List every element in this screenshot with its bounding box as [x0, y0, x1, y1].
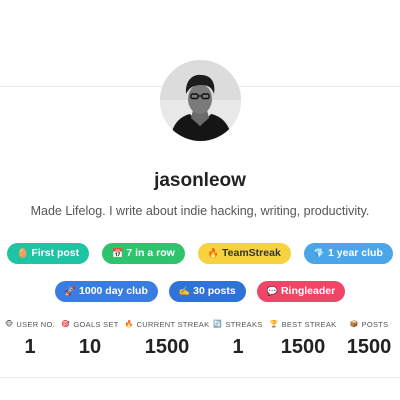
stat-best-streak: 🏆 BEST STREAK 1500: [265, 318, 341, 359]
diamond-icon: 💎: [313, 248, 326, 258]
badge-1000-day-club[interactable]: 🚀 1000 day club: [54, 281, 158, 302]
badges-row-1: 🥚 First post 📅 7 in a row 🔥 TeamStreak 💎…: [0, 243, 400, 264]
profile-bio: Made Lifelog. I write about indie hackin…: [30, 204, 370, 218]
badge-label: 7 in a row: [126, 247, 175, 259]
stat-current-streak: 🔥 CURRENT STREAK 1500: [122, 318, 212, 359]
stat-user-no: 🐵 USER NO. 1: [2, 318, 58, 359]
avatar-photo: [160, 60, 241, 141]
stat-label: USER NO.: [16, 319, 56, 329]
calendar-icon: 📅: [112, 248, 124, 258]
badge-1-year-club[interactable]: 💎 1 year club: [303, 243, 393, 264]
stat-label: GOALS SET: [73, 319, 119, 329]
badge-label: 1000 day club: [79, 285, 148, 297]
badge-teamstreak[interactable]: 🔥 TeamStreak: [197, 243, 291, 264]
badge-label: First post: [31, 247, 80, 259]
target-icon: 🎯: [61, 321, 71, 328]
footer-divider: [0, 377, 400, 378]
stat-value: 1: [232, 336, 244, 358]
username: jasonleow: [154, 170, 246, 191]
badge-label: Ringleader: [280, 285, 336, 297]
stat-value: 1: [24, 336, 36, 358]
stat-value: 1500: [280, 336, 326, 358]
box-icon: 📦: [349, 321, 359, 328]
egg-icon: 🥚: [17, 248, 29, 258]
fire-icon: 🔥: [124, 321, 134, 328]
stat-label: CURRENT STREAK: [136, 319, 210, 329]
stat-posts: 📦 POSTS 1500: [342, 318, 396, 359]
badges-row-2: 🚀 1000 day club ✍️ 30 posts 💬 Ringleader: [0, 281, 400, 302]
speech-bubble-icon: 💬: [266, 286, 278, 296]
badge-30-posts[interactable]: ✍️ 30 posts: [168, 281, 246, 302]
trophy-icon: 🏆: [269, 321, 279, 328]
fire-icon: 🔥: [207, 248, 220, 258]
badge-first-post[interactable]: 🥚 First post: [7, 243, 90, 264]
stat-goals-set: 🎯 GOALS SET 10: [60, 318, 120, 359]
badge-ringleader[interactable]: 💬 Ringleader: [256, 281, 346, 302]
avatar[interactable]: [160, 60, 241, 141]
stat-value: 1500: [346, 336, 392, 358]
badge-label: 30 posts: [193, 285, 236, 297]
stat-label: STREAKS: [225, 319, 263, 329]
stat-label: POSTS: [361, 319, 389, 329]
rocket-icon: 🚀: [64, 286, 77, 296]
stat-streaks: 🔄 STREAKS 1: [213, 318, 263, 359]
badge-label: TeamStreak: [222, 247, 281, 259]
writing-hand-icon: ✍️: [178, 286, 191, 296]
badge-label: 1 year club: [328, 247, 383, 259]
stat-value: 10: [78, 336, 102, 358]
stat-label: BEST STREAK: [281, 319, 337, 329]
monkey-icon: 🐵: [4, 321, 14, 328]
stat-value: 1500: [144, 336, 190, 358]
stats-bar: 🐵 USER NO. 1 🎯 GOALS SET 10 🔥 CURRENT ST…: [0, 318, 400, 359]
repeat-icon: 🔄: [213, 321, 223, 328]
badge-7-in-a-row[interactable]: 📅 7 in a row: [102, 243, 185, 264]
